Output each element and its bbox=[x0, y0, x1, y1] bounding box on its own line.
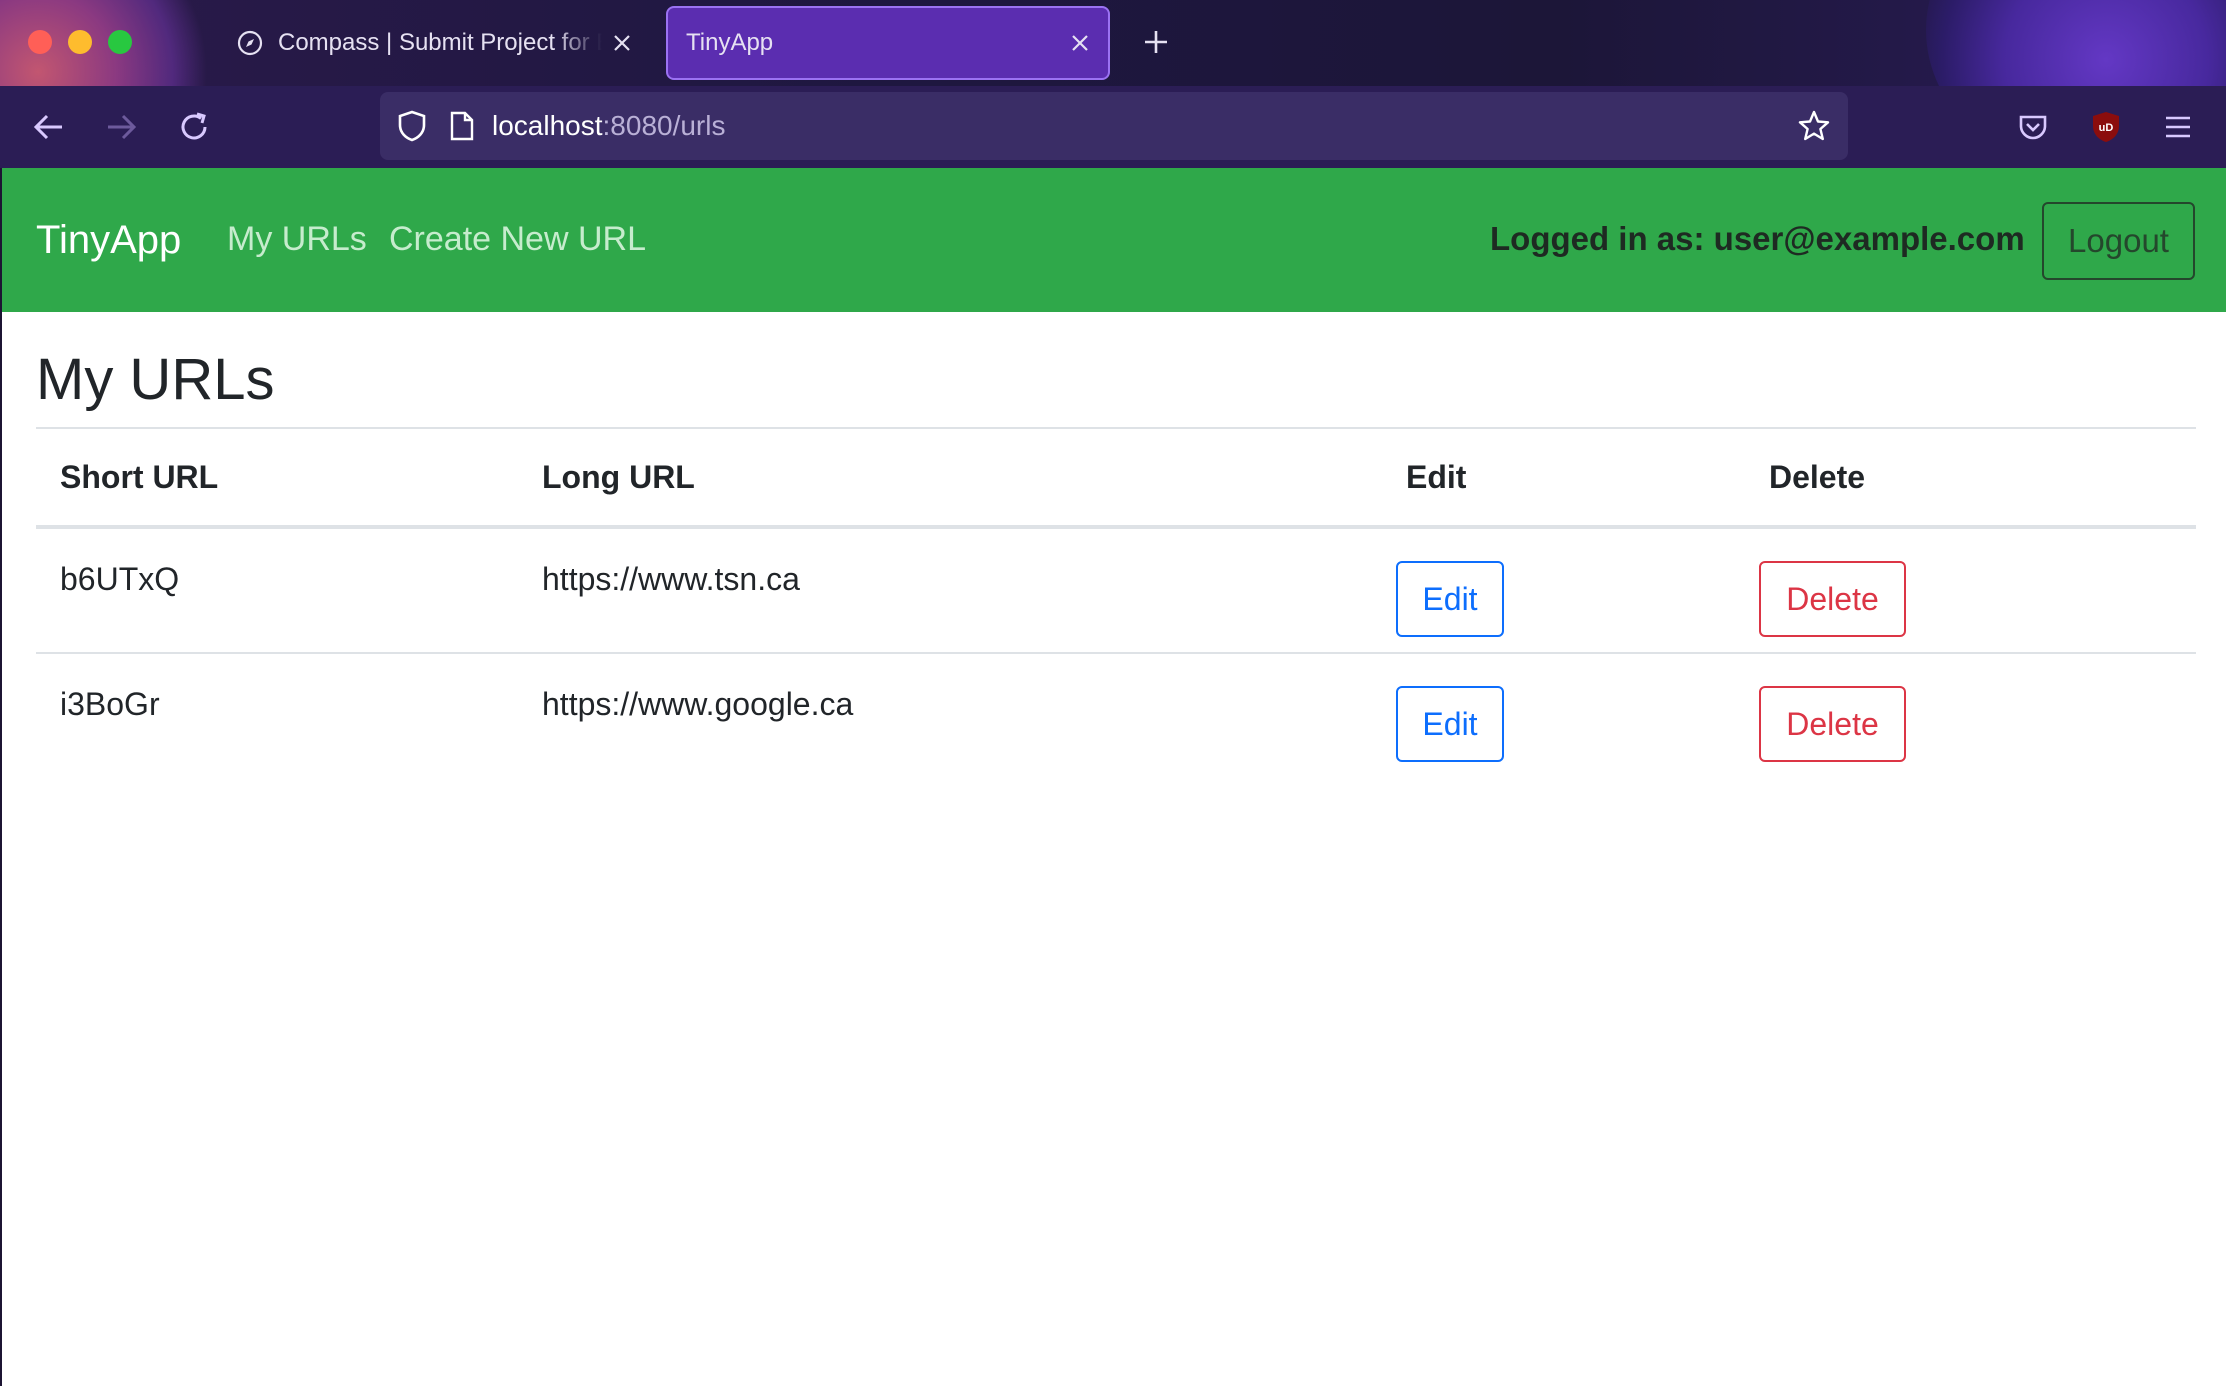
plus-icon[interactable] bbox=[1136, 22, 1176, 62]
close-tab-icon[interactable] bbox=[602, 23, 642, 63]
window-minimize-button[interactable] bbox=[68, 30, 92, 54]
page-icon[interactable] bbox=[442, 106, 482, 146]
tab-title: TinyApp bbox=[686, 29, 774, 56]
browser-tab-compass[interactable]: Compass | Submit Project for Evaluation bbox=[230, 6, 650, 80]
shield-icon[interactable] bbox=[392, 106, 432, 146]
tab-title: Compass | Submit Project for Evaluation bbox=[278, 29, 602, 56]
urls-table: Short URL Long URL Edit Delete b6UTxQ ht… bbox=[36, 429, 2196, 779]
back-arrow-icon[interactable] bbox=[26, 104, 72, 150]
column-header-delete: Delete bbox=[1745, 429, 2196, 529]
pocket-icon[interactable] bbox=[2010, 104, 2056, 150]
edit-button[interactable]: Edit bbox=[1396, 561, 1504, 637]
svg-text:uD: uD bbox=[2099, 122, 2114, 134]
edit-cell: Edit bbox=[1382, 653, 1745, 779]
ublock-icon[interactable]: uD bbox=[2083, 104, 2129, 150]
long-url-cell: https://www.google.ca bbox=[542, 686, 854, 722]
site-navbar: TinyApp My URLs Create New URL Logged in… bbox=[2, 168, 2226, 312]
compass-icon bbox=[236, 29, 264, 57]
url-path: :8080/urls bbox=[602, 110, 726, 141]
browser-toolbar: localhost:8080/urls uD bbox=[0, 86, 2226, 168]
nav-link-create-new-url[interactable]: Create New URL bbox=[389, 220, 646, 259]
edit-cell: Edit bbox=[1382, 527, 1745, 654]
forward-arrow-icon[interactable] bbox=[98, 104, 144, 150]
window-close-button[interactable] bbox=[28, 30, 52, 54]
delete-button[interactable]: Delete bbox=[1759, 561, 1906, 637]
page-content: TinyApp My URLs Create New URL Logged in… bbox=[0, 168, 2226, 1386]
window-zoom-button[interactable] bbox=[108, 30, 132, 54]
short-url-cell: b6UTxQ bbox=[36, 527, 518, 654]
column-header-short-url: Short URL bbox=[36, 429, 518, 529]
column-header-edit: Edit bbox=[1382, 429, 1745, 529]
column-header-long-url: Long URL bbox=[518, 429, 1382, 529]
delete-cell: Delete bbox=[1745, 527, 2196, 654]
nav-link-my-urls[interactable]: My URLs bbox=[227, 220, 367, 259]
theme-decoration bbox=[1926, 0, 2226, 86]
star-icon[interactable] bbox=[1794, 106, 1834, 146]
browser-tab-tinyapp[interactable]: TinyApp bbox=[666, 6, 1110, 80]
close-tab-icon[interactable] bbox=[1060, 23, 1100, 63]
logout-button[interactable]: Logout bbox=[2042, 202, 2195, 280]
table-row: b6UTxQ https://www.tsn.ca Edit Delete bbox=[36, 527, 2196, 654]
logged-in-status: Logged in as: user@example.com bbox=[1490, 220, 2025, 257]
brand-link[interactable]: TinyApp bbox=[36, 218, 181, 263]
url-host: localhost bbox=[492, 110, 603, 141]
table-header-row: Short URL Long URL Edit Delete bbox=[36, 429, 2196, 529]
url-text: localhost:8080/urls bbox=[492, 110, 725, 142]
delete-cell: Delete bbox=[1745, 653, 2196, 779]
long-url-cell: https://www.tsn.ca bbox=[518, 527, 1382, 654]
table-row: i3BoGr https://www.google.ca Edit Delete bbox=[36, 653, 2196, 779]
delete-button[interactable]: Delete bbox=[1759, 686, 1906, 762]
address-bar[interactable]: localhost:8080/urls bbox=[380, 92, 1848, 160]
page-title: My URLs bbox=[36, 347, 275, 412]
short-url-cell: i3BoGr bbox=[60, 686, 160, 722]
reload-icon[interactable] bbox=[171, 104, 217, 150]
edit-button[interactable]: Edit bbox=[1396, 686, 1504, 762]
hamburger-menu-icon[interactable] bbox=[2155, 104, 2201, 150]
browser-tab-bar: Compass | Submit Project for Evaluation … bbox=[0, 0, 2226, 86]
